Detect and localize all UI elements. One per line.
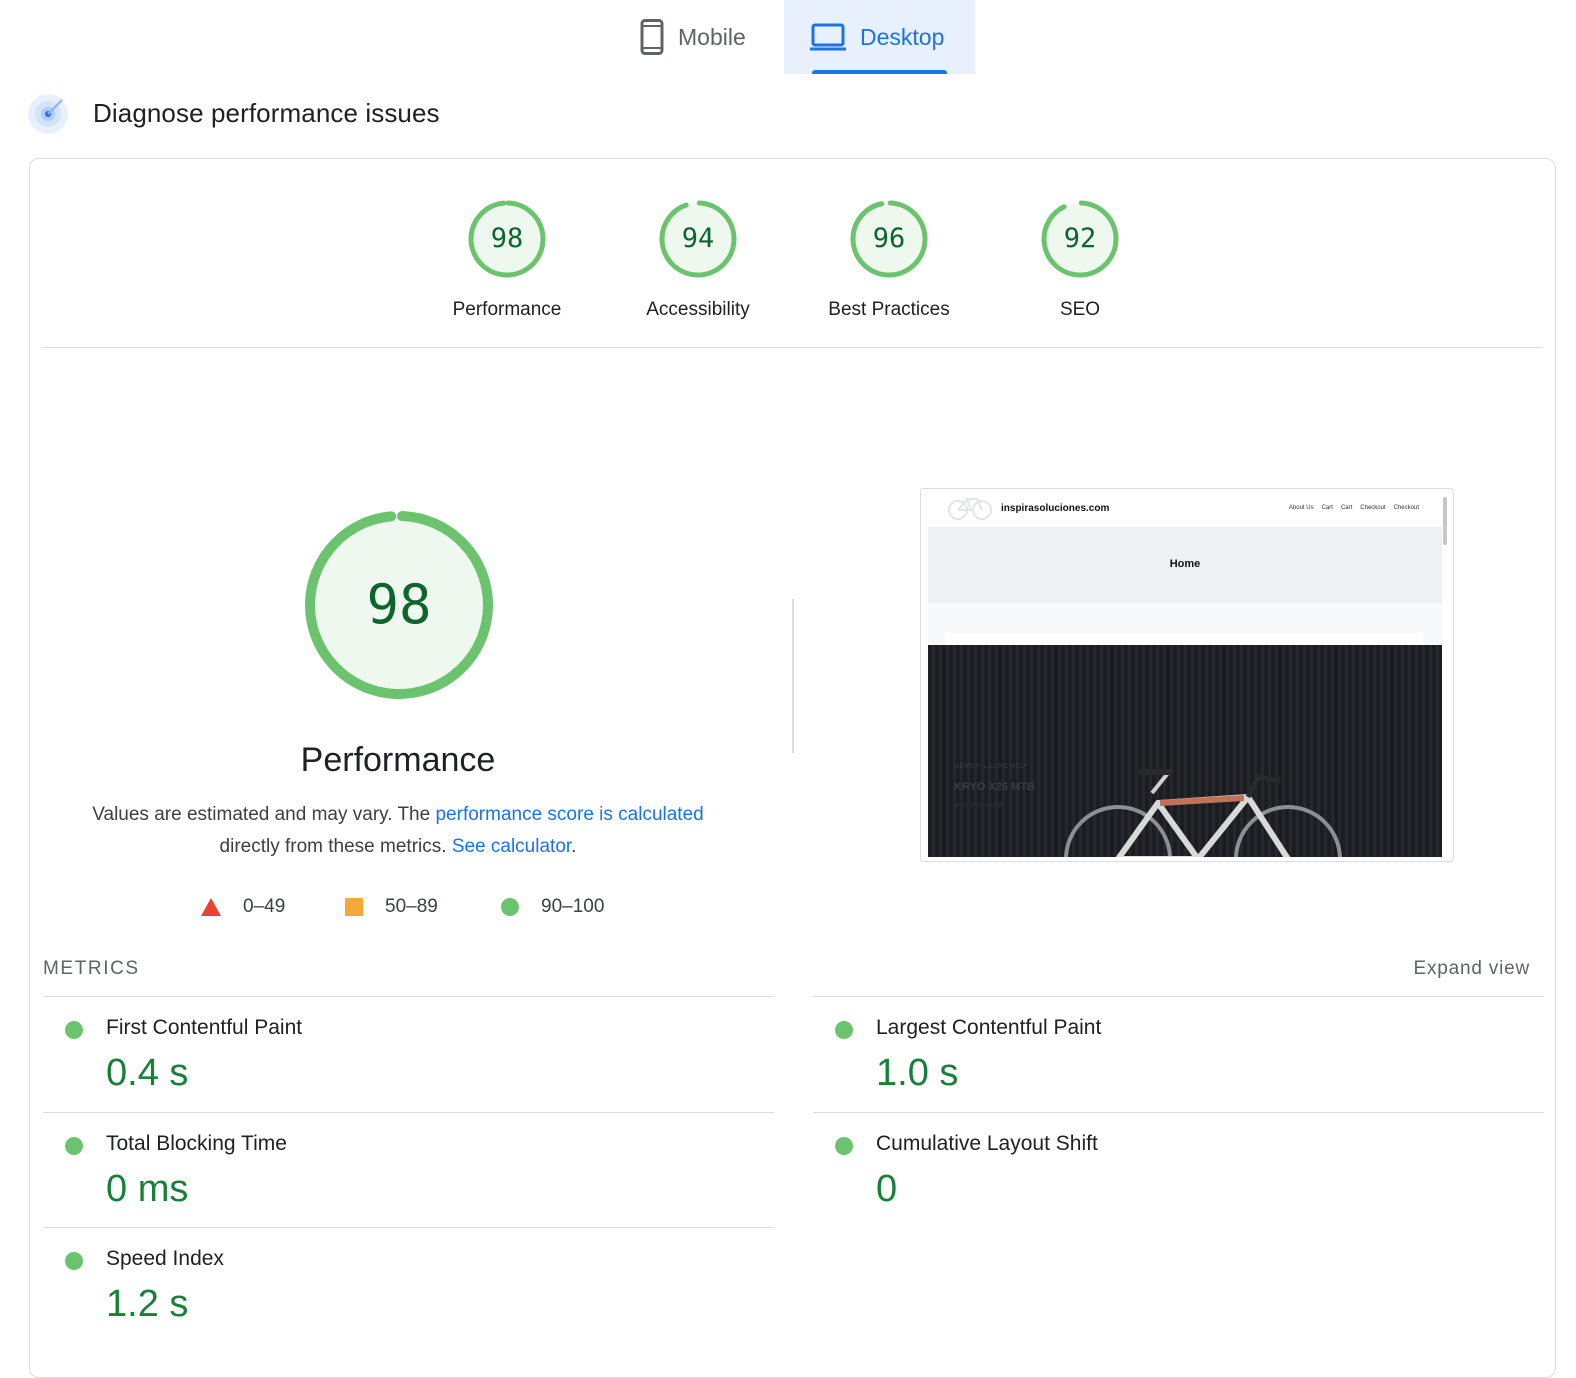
metric-value: 0.4 s	[106, 1052, 189, 1094]
section-title: Diagnose performance issues	[93, 98, 440, 128]
metric-largest-contentful-paint: Largest Contentful Paint 1.0 s	[813, 996, 1544, 1112]
category-seo[interactable]: 92 SEO	[1000, 198, 1160, 321]
category-score: 94	[681, 223, 715, 254]
triangle-icon	[201, 898, 221, 916]
metric-name: First Contentful Paint	[106, 1016, 303, 1039]
category-best-practices[interactable]: 96 Best Practices	[809, 198, 969, 321]
divider	[42, 347, 1543, 348]
category-label: Accessibility	[646, 299, 750, 320]
category-label: Best Practices	[828, 299, 950, 320]
legend-average: 50–89	[345, 895, 438, 919]
metric-value: 0 ms	[106, 1168, 189, 1210]
metric-total-blocking-time: Total Blocking Time 0 ms	[43, 1112, 774, 1228]
bike-logo-icon	[948, 498, 992, 520]
tab-mobile[interactable]: Mobile	[620, 0, 784, 74]
metric-speed-index: Speed Index 1.2 s	[43, 1227, 774, 1343]
report-card: 98 Performance 94 Accessibility 96 Best …	[29, 158, 1556, 1378]
score-calculated-link[interactable]: performance score is calculated	[435, 804, 703, 825]
screenshot-scrollbar	[1443, 497, 1447, 545]
metric-name: Largest Contentful Paint	[876, 1016, 1102, 1039]
metrics-title: METRICS	[43, 958, 140, 979]
legend-pass: 90–100	[501, 895, 604, 919]
metric-value: 0	[876, 1168, 898, 1210]
metric-first-contentful-paint: First Contentful Paint 0.4 s	[43, 996, 774, 1112]
category-score: 96	[872, 223, 906, 254]
performance-score: 98	[366, 573, 432, 636]
circle-icon	[501, 898, 519, 916]
square-icon	[345, 898, 363, 916]
category-accessibility[interactable]: 94 Accessibility	[618, 198, 778, 321]
screenshot-site-name: inspirasoluciones.com	[1001, 503, 1110, 514]
category-label: Performance	[452, 299, 562, 320]
pass-circle-icon	[65, 1252, 83, 1270]
category-score: 92	[1063, 223, 1097, 254]
see-calculator-link[interactable]: See calculator	[452, 836, 571, 857]
metric-cumulative-layout-shift: Cumulative Layout Shift 0	[813, 1112, 1544, 1228]
bicycle-image	[1064, 769, 1342, 857]
pass-circle-icon	[65, 1137, 83, 1155]
active-tab-indicator	[812, 70, 947, 74]
metric-value: 1.0 s	[876, 1052, 959, 1094]
laptop-icon	[810, 23, 846, 51]
performance-description: Values are estimated and may vary. The p…	[92, 804, 704, 857]
phone-icon	[640, 19, 664, 55]
tab-desktop-label: Desktop	[860, 23, 945, 50]
page-screenshot: inspirasoluciones.com About Us Cart Cart…	[920, 488, 1454, 862]
metric-name: Speed Index	[106, 1247, 224, 1270]
diagnose-icon	[28, 94, 68, 134]
screenshot-nav: inspirasoluciones.com About Us Cart Cart…	[921, 489, 1453, 527]
category-score: 98	[490, 223, 524, 254]
metric-name: Cumulative Layout Shift	[876, 1132, 1098, 1155]
tab-mobile-label: Mobile	[678, 23, 746, 50]
category-performance[interactable]: 98 Performance	[427, 198, 587, 321]
performance-gauge: 98	[301, 507, 497, 703]
screenshot-hero: NEWLY LAUNCHED KRYO X26 MTB SPECIFICATIO…	[928, 645, 1442, 857]
pass-circle-icon	[65, 1021, 83, 1039]
category-label: SEO	[1059, 299, 1101, 320]
metric-value: 1.2 s	[106, 1283, 189, 1325]
screenshot-home-band: Home	[928, 527, 1442, 603]
performance-title: Performance	[300, 741, 496, 779]
pass-circle-icon	[835, 1137, 853, 1155]
screenshot-white-bar	[945, 633, 1423, 645]
tab-desktop[interactable]: Desktop	[784, 0, 975, 74]
screenshot-menu: About Us Cart Cart Checkout Checkout	[1288, 505, 1419, 511]
pass-circle-icon	[835, 1021, 853, 1039]
expand-view-button[interactable]: Expand view	[1413, 958, 1530, 980]
legend-fail: 0–49	[201, 895, 285, 919]
vertical-divider	[792, 599, 794, 753]
metric-name: Total Blocking Time	[106, 1132, 287, 1155]
